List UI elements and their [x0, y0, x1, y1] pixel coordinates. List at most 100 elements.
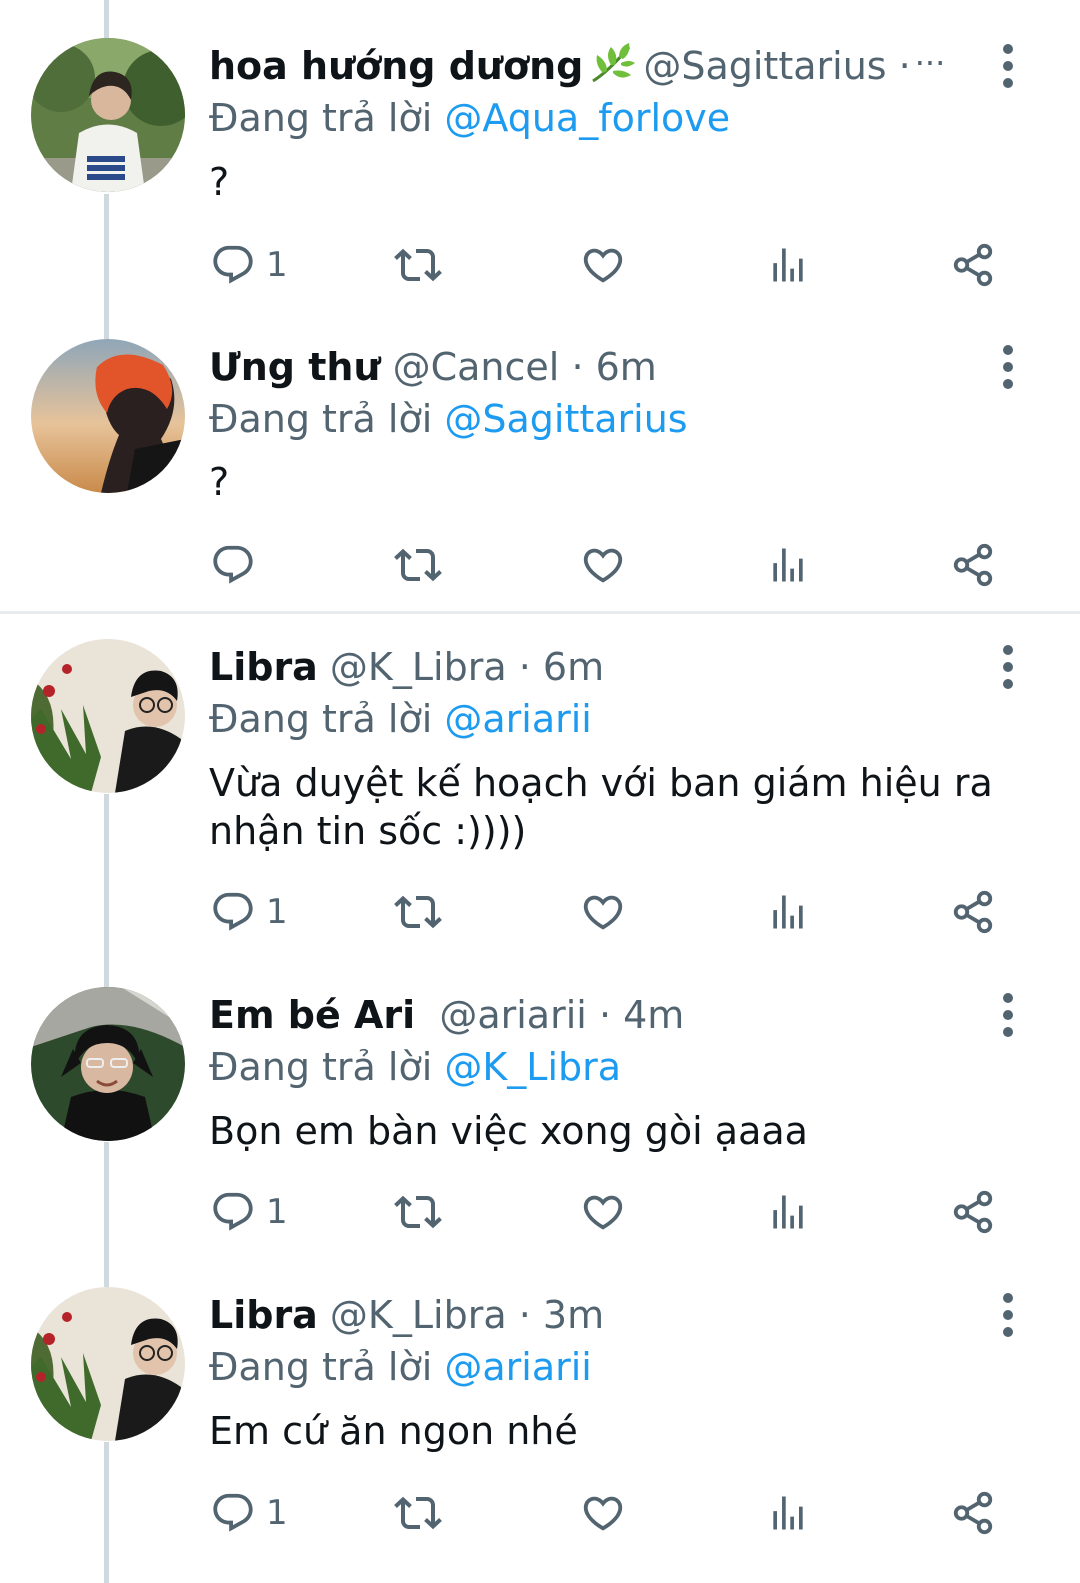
- more-options-button[interactable]: [990, 40, 1026, 92]
- more-options-button[interactable]: [990, 989, 1026, 1041]
- tweet-header: hoa hướng dương @Sagittarius ·: [209, 40, 911, 92]
- handle[interactable]: @Sagittarius: [643, 44, 886, 88]
- retweet-button[interactable]: [394, 1182, 442, 1242]
- avatar[interactable]: [31, 639, 185, 793]
- replying-to-handle[interactable]: @K_Libra: [444, 1045, 621, 1089]
- replying-to-handle[interactable]: @Aqua_forlove: [444, 96, 730, 140]
- handle[interactable]: @Cancel: [393, 345, 560, 389]
- truncation-ellipsis: ···: [914, 44, 946, 82]
- separator: ·: [598, 993, 612, 1037]
- more-options-button[interactable]: [990, 641, 1026, 693]
- replying-to-label: Đang trả lời: [209, 1345, 433, 1389]
- timestamp[interactable]: 3m: [543, 1293, 604, 1337]
- views-button[interactable]: [766, 535, 810, 595]
- replying-to-handle[interactable]: @ariarii: [444, 697, 592, 741]
- like-button[interactable]: [580, 235, 626, 295]
- tweet-header: Em bé Ari @ariarii · 4m: [209, 989, 684, 1041]
- tweet[interactable]: Libra @K_Libra · 3m Đang trả lời @ariari…: [0, 1248, 1080, 1583]
- more-vertical-icon: [1003, 645, 1013, 689]
- tweet-text: Bọn em bàn việc xong gòi ạaaa: [209, 1109, 808, 1153]
- replying-to-label: Đang trả lời: [209, 397, 433, 441]
- tweet[interactable]: Ưng thư @Cancel · 6m Đang trả lời @Sagit…: [0, 300, 1080, 600]
- reply-button[interactable]: 1: [210, 1182, 288, 1242]
- more-vertical-icon: [1003, 345, 1013, 389]
- timestamp[interactable]: 6m: [543, 645, 604, 689]
- more-options-button[interactable]: [990, 1289, 1026, 1341]
- share-button[interactable]: [950, 1483, 996, 1543]
- views-icon: [766, 543, 810, 587]
- handle[interactable]: @ariarii: [439, 993, 587, 1037]
- handle[interactable]: @K_Libra: [330, 645, 507, 689]
- replying-to: Đang trả lời @ariarii: [209, 1341, 592, 1393]
- retweet-icon: [394, 888, 442, 936]
- replying-to-handle[interactable]: @ariarii: [444, 1345, 592, 1389]
- share-button[interactable]: [950, 882, 996, 942]
- share-button[interactable]: [950, 1182, 996, 1242]
- avatar[interactable]: [31, 1287, 185, 1441]
- action-bar: 1: [0, 235, 1080, 295]
- replying-to: Đang trả lời @Aqua_forlove: [209, 92, 730, 144]
- reply-button[interactable]: 1: [210, 1483, 288, 1543]
- tweet-header: Ưng thư @Cancel · 6m: [209, 341, 657, 393]
- display-name[interactable]: Ưng thư: [209, 345, 381, 389]
- heart-icon: [580, 242, 626, 288]
- views-button[interactable]: [766, 1182, 810, 1242]
- timestamp[interactable]: 6m: [596, 345, 657, 389]
- retweet-icon: [394, 241, 442, 289]
- timestamp[interactable]: 4m: [623, 993, 684, 1037]
- heart-icon: [580, 542, 626, 588]
- reply-button[interactable]: [210, 535, 266, 595]
- reply-count: 1: [266, 892, 288, 932]
- like-button[interactable]: [580, 535, 626, 595]
- tweet[interactable]: hoa hướng dương @Sagittarius · ··· Đang t…: [0, 0, 1080, 300]
- display-name[interactable]: Libra: [209, 1293, 318, 1337]
- reply-icon: [210, 889, 256, 935]
- action-bar: 1: [0, 882, 1080, 942]
- views-button[interactable]: [766, 1483, 810, 1543]
- reply-icon: [210, 542, 256, 588]
- retweet-button[interactable]: [394, 882, 442, 942]
- like-button[interactable]: [580, 882, 626, 942]
- display-name[interactable]: Libra: [209, 645, 318, 689]
- share-button[interactable]: [950, 235, 996, 295]
- tweet-text: ?: [209, 460, 230, 504]
- retweet-icon: [394, 1489, 442, 1537]
- reply-button[interactable]: 1: [210, 882, 288, 942]
- reply-icon: [210, 1189, 256, 1235]
- handle[interactable]: @K_Libra: [330, 1293, 507, 1337]
- heart-icon: [580, 1189, 626, 1235]
- reply-count: 1: [266, 1192, 288, 1232]
- display-name[interactable]: Em bé Ari: [209, 993, 415, 1037]
- separator: ·: [518, 645, 531, 689]
- tweet-text: Vừa duyệt kế hoạch với ban giám hiệu ra …: [209, 761, 993, 853]
- retweet-button[interactable]: [394, 535, 442, 595]
- tweet[interactable]: Em bé Ari @ariarii · 4m Đang trả lời @K_…: [0, 948, 1080, 1248]
- replying-to: Đang trả lời @Sagittarius: [209, 393, 688, 445]
- more-options-button[interactable]: [990, 341, 1026, 393]
- reply-count: 1: [266, 1493, 288, 1533]
- more-vertical-icon: [1003, 44, 1013, 88]
- reply-button[interactable]: 1: [210, 235, 288, 295]
- replying-to-handle[interactable]: @Sagittarius: [444, 397, 687, 441]
- leaf-emoji-icon: [589, 41, 637, 98]
- action-bar: 1: [0, 1483, 1080, 1543]
- replying-to: Đang trả lời @K_Libra: [209, 1041, 621, 1093]
- like-button[interactable]: [580, 1483, 626, 1543]
- heart-icon: [580, 889, 626, 935]
- tweet[interactable]: Libra @K_Libra · 6m Đang trả lời @ariari…: [0, 600, 1080, 948]
- retweet-button[interactable]: [394, 1483, 442, 1543]
- avatar[interactable]: [31, 987, 185, 1141]
- share-button[interactable]: [950, 535, 996, 595]
- reply-count: 1: [266, 245, 288, 285]
- tweet-header: Libra @K_Libra · 6m: [209, 641, 604, 693]
- avatar[interactable]: [31, 339, 185, 493]
- views-button[interactable]: [766, 235, 810, 295]
- avatar[interactable]: [31, 38, 185, 192]
- more-vertical-icon: [1003, 993, 1013, 1037]
- display-name[interactable]: hoa hướng dương: [209, 44, 583, 88]
- retweet-button[interactable]: [394, 235, 442, 295]
- replying-to-label: Đang trả lời: [209, 1045, 433, 1089]
- like-button[interactable]: [580, 1182, 626, 1242]
- views-button[interactable]: [766, 882, 810, 942]
- share-icon: [950, 1490, 996, 1536]
